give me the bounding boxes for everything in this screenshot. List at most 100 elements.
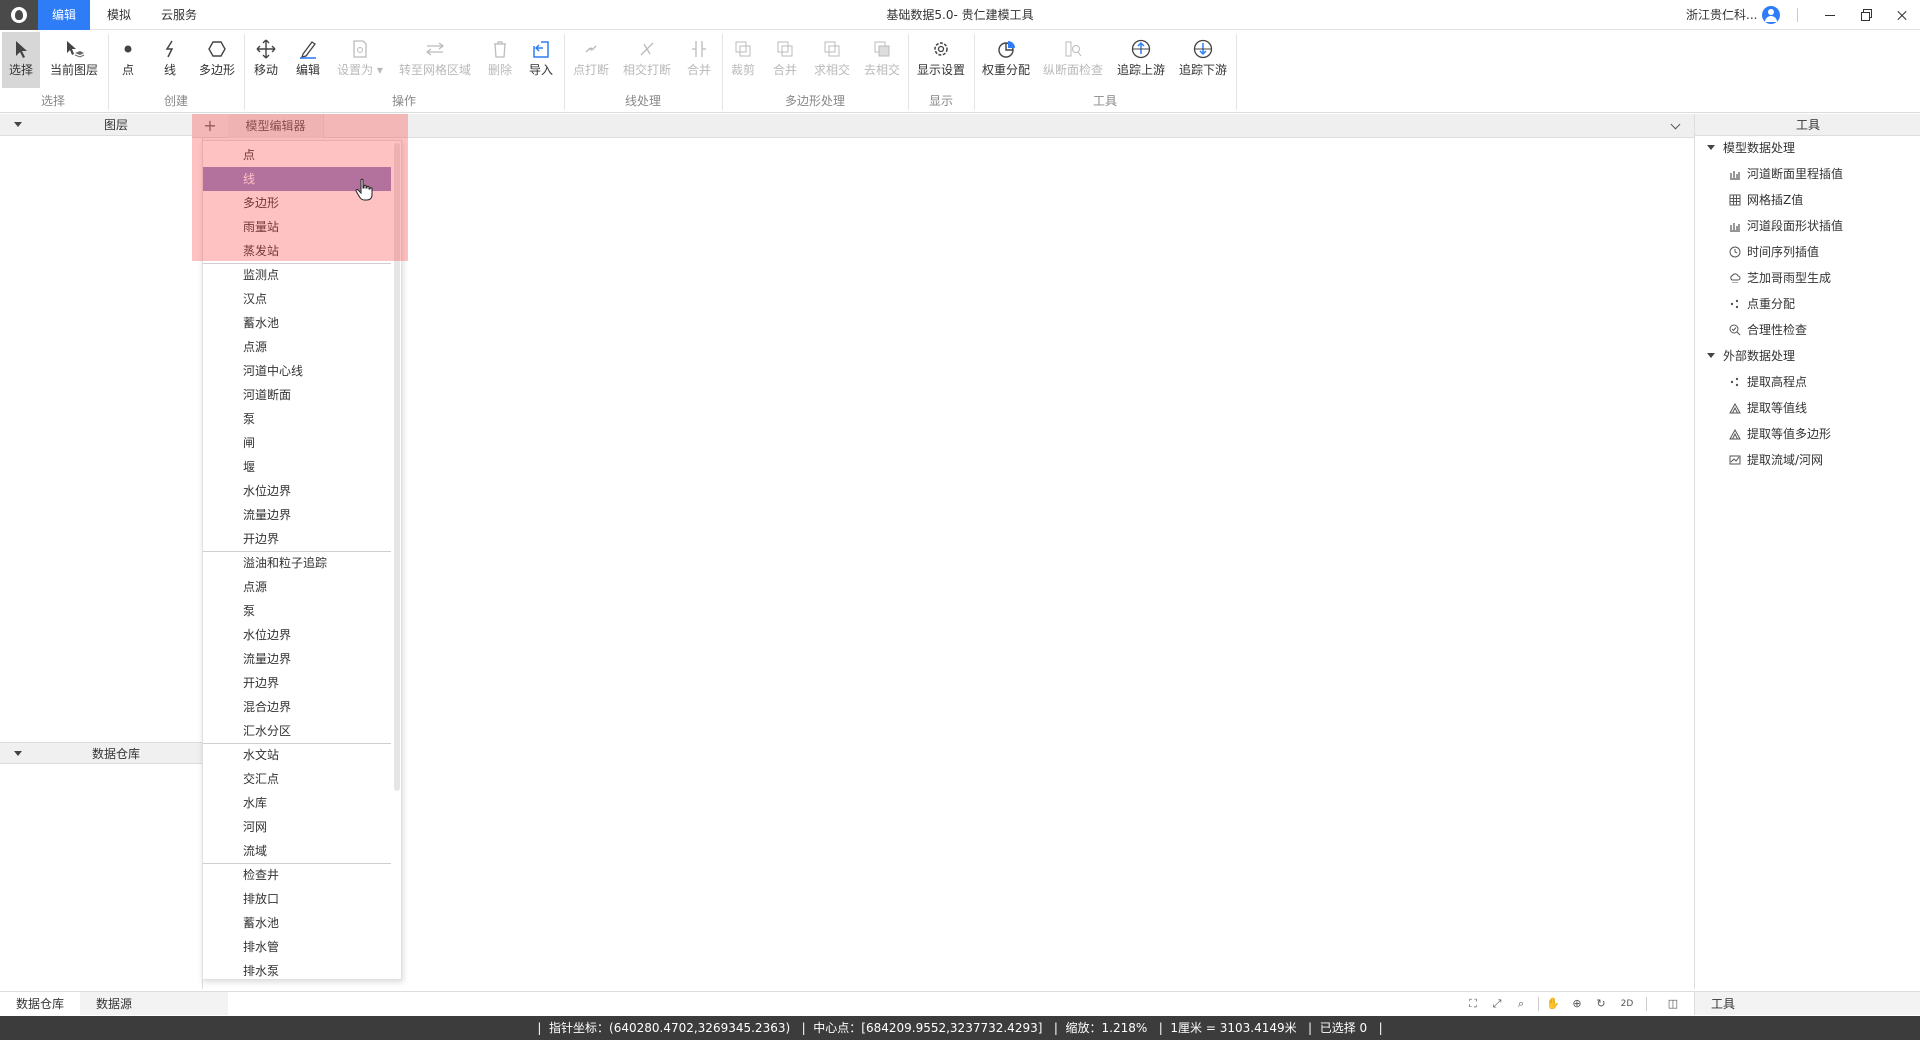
dropdown-item[interactable]: 蓄水池: [203, 911, 391, 935]
tool-item[interactable]: 合理性检查: [1729, 319, 1807, 341]
to-grid-area-button[interactable]: 转至网格区域: [396, 32, 474, 88]
dropdown-item[interactable]: 水文站: [203, 743, 391, 767]
tree-group-label: 外部数据处理: [1723, 349, 1796, 363]
refresh-icon[interactable]: ↻: [1594, 997, 1608, 1011]
dropdown-item[interactable]: 河道断面: [203, 383, 391, 407]
dropdown-item[interactable]: 排水泵: [203, 959, 391, 979]
close-button[interactable]: [1884, 0, 1920, 30]
dropdown-item[interactable]: 泵: [203, 599, 391, 623]
status-bar: | 指针坐标：(640280.4702,3269345.2363) | 中心点：…: [0, 1016, 1920, 1040]
chevron-down-icon[interactable]: [1670, 119, 1681, 130]
trace-upstream-button[interactable]: 追踪上游: [1114, 32, 1168, 88]
trace-downstream-button[interactable]: 追踪下游: [1176, 32, 1230, 88]
expand-triangle-icon[interactable]: [1707, 145, 1715, 150]
split-view-icon[interactable]: ◫: [1666, 997, 1680, 1011]
dropdown-item[interactable]: 水位边界: [203, 479, 391, 503]
line-button[interactable]: 线: [154, 32, 186, 88]
dropdown-item[interactable]: 监测点: [203, 263, 391, 287]
user-avatar-icon[interactable]: [1762, 6, 1780, 24]
edit-button[interactable]: 编辑: [292, 32, 324, 88]
set-as-button[interactable]: 设置为 ▾: [332, 32, 388, 88]
dropdown-item[interactable]: 排水管: [203, 935, 391, 959]
dropdown-item[interactable]: 流量边界: [203, 503, 391, 527]
tool-item[interactable]: 提取等值线: [1729, 397, 1807, 419]
dropdown-item[interactable]: 点源: [203, 575, 391, 599]
tool-item[interactable]: 提取高程点: [1729, 371, 1807, 393]
weight-distribution-button[interactable]: 权重分配: [980, 32, 1032, 88]
point-break-button[interactable]: 点打断: [570, 32, 612, 88]
dropdown-item[interactable]: 闸: [203, 431, 391, 455]
clip-button[interactable]: 裁剪: [726, 32, 760, 88]
dropdown-item[interactable]: 点源: [203, 335, 391, 359]
zoom-search-icon[interactable]: ⌕: [1514, 997, 1528, 1011]
dropdown-item[interactable]: 流量边界: [203, 647, 391, 671]
dropdown-item[interactable]: 蒸发站: [203, 239, 391, 263]
full-extent-icon[interactable]: ⛶: [1466, 997, 1480, 1011]
menu-tab-cloud[interactable]: 云服务: [148, 0, 210, 30]
display-settings-button[interactable]: 显示设置: [914, 32, 968, 88]
dropdown-item[interactable]: 点: [203, 143, 391, 167]
dropdown-item[interactable]: 开边界: [203, 527, 391, 551]
tools-bottom-tab[interactable]: 工具: [1694, 991, 1920, 1015]
app-logo[interactable]: [0, 0, 38, 30]
point-button[interactable]: 点: [112, 32, 144, 88]
move-button[interactable]: 移动: [250, 32, 282, 88]
dropdown-item[interactable]: 汉点: [203, 287, 391, 311]
expand-triangle-icon[interactable]: [1707, 353, 1715, 358]
tool-item[interactable]: 芝加哥雨型生成: [1729, 267, 1831, 289]
restore-button[interactable]: [1848, 0, 1884, 30]
remove-intersect-button[interactable]: 去相交: [860, 32, 904, 88]
dropdown-item[interactable]: 开边界: [203, 671, 391, 695]
tab-data-source[interactable]: 数据源: [80, 992, 148, 1016]
tool-item[interactable]: 河道断面里程插值: [1729, 163, 1843, 185]
dropdown-item[interactable]: 流域: [203, 839, 391, 863]
tool-item[interactable]: 时间序列插值: [1729, 241, 1819, 263]
select-button[interactable]: 选择: [2, 32, 40, 88]
view-2d-toggle[interactable]: 2D: [1618, 997, 1636, 1011]
dropdown-item[interactable]: 河网: [203, 815, 391, 839]
dropdown-item[interactable]: 水位边界: [203, 623, 391, 647]
pan-hand-icon[interactable]: ✋: [1546, 997, 1560, 1011]
tool-item[interactable]: 河道段面形状插值: [1729, 215, 1843, 237]
warehouse-panel-header[interactable]: 数据仓库: [0, 742, 203, 764]
layers-panel-header[interactable]: 图层: [0, 114, 203, 136]
minimize-button[interactable]: [1812, 0, 1848, 30]
tab-data-warehouse[interactable]: 数据仓库: [0, 992, 80, 1016]
dropdown-item[interactable]: 河道中心线: [203, 359, 391, 383]
add-tab-button[interactable]: +: [192, 114, 228, 138]
dropdown-item[interactable]: 交汇点: [203, 767, 391, 791]
dropdown-item[interactable]: 汇水分区: [203, 719, 391, 743]
dropdown-item[interactable]: 泵: [203, 407, 391, 431]
current-layer-button[interactable]: 当前图层: [46, 32, 102, 88]
dropdown-item[interactable]: 检查井: [203, 863, 391, 887]
tool-item[interactable]: 提取等值多边形: [1729, 423, 1831, 445]
intersect-break-button[interactable]: 相交打断: [620, 32, 674, 88]
intersect-button[interactable]: 求相交: [810, 32, 854, 88]
dropdown-item[interactable]: 蓄水池: [203, 311, 391, 335]
merge-line-button[interactable]: 合并: [682, 32, 716, 88]
dropdown-item[interactable]: 排放口: [203, 887, 391, 911]
tab-model-editor[interactable]: 模型编辑器: [228, 114, 324, 138]
tool-item[interactable]: 网格插Z值: [1729, 189, 1803, 211]
tool-item[interactable]: 提取流域/河网: [1729, 449, 1823, 471]
tree-group[interactable]: 外部数据处理: [1707, 345, 1795, 367]
tree-group[interactable]: 模型数据处理: [1707, 137, 1795, 159]
delete-button[interactable]: 删除: [484, 32, 516, 88]
import-button[interactable]: 导入: [524, 32, 558, 88]
dropdown-item[interactable]: 雨量站: [203, 215, 391, 239]
polygon-button[interactable]: 多边形: [196, 32, 238, 88]
menu-tab-edit[interactable]: 编辑: [38, 0, 90, 30]
group-label-select: 选择: [40, 94, 65, 108]
menu-tab-simulate[interactable]: 模拟: [90, 0, 148, 30]
section-check-button[interactable]: 纵断面检查: [1040, 32, 1106, 88]
dropdown-item[interactable]: 水库: [203, 791, 391, 815]
company-name[interactable]: 浙江贵仁科...: [1686, 0, 1757, 30]
dropdown-item[interactable]: 混合边界: [203, 695, 391, 719]
tool-item[interactable]: 点重分配: [1729, 293, 1795, 315]
dropdown-item[interactable]: 堰: [203, 455, 391, 479]
merge-polygon-button[interactable]: 合并: [768, 32, 802, 88]
dropdown-item[interactable]: 溢油和粒子追踪: [203, 551, 391, 575]
zoom-in-icon[interactable]: ⊕: [1570, 997, 1584, 1011]
dropdown-scrollbar[interactable]: [394, 143, 400, 791]
expand-icon[interactable]: ⤢: [1490, 997, 1504, 1011]
